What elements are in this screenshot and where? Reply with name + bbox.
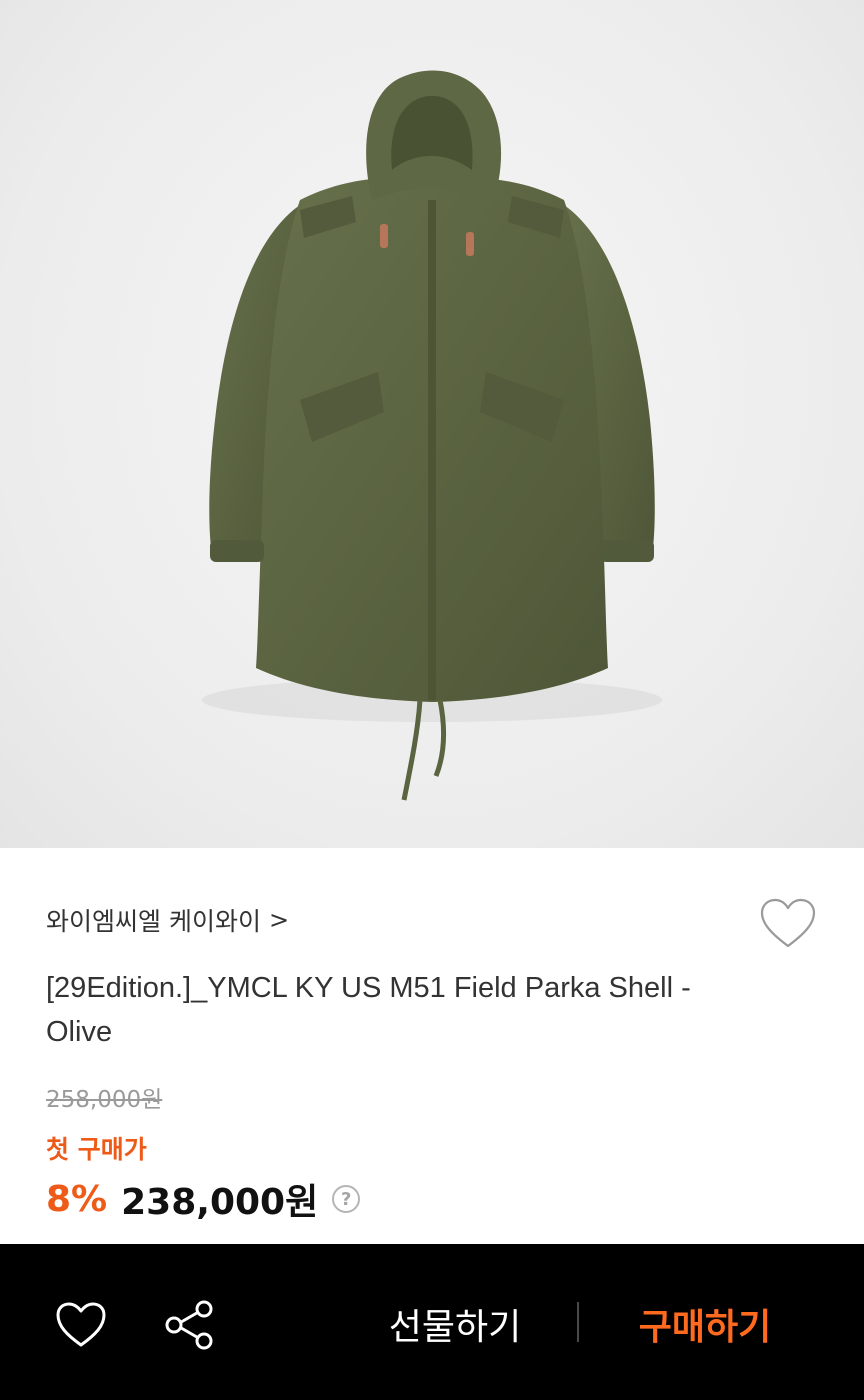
- like-heart-icon[interactable]: [54, 1300, 108, 1350]
- wishlist-heart-icon[interactable]: [758, 896, 818, 952]
- first-purchase-label: 첫 구매가: [46, 1135, 147, 1164]
- share-icon[interactable]: [162, 1299, 216, 1351]
- buy-button[interactable]: 구매하기: [620, 1296, 790, 1352]
- chevron-right-icon: >: [268, 906, 290, 934]
- help-icon[interactable]: ?: [332, 1185, 361, 1213]
- product-title: [29Edition.]_YMCL KY US M51 Field Parka …: [46, 972, 691, 1048]
- discount-rate: 8%: [46, 1178, 108, 1220]
- brand-link[interactable]: 와이엠씨엘 케이와이 >: [46, 900, 289, 940]
- brand-name: 와이엠씨엘 케이와이: [46, 907, 261, 936]
- product-image[interactable]: [0, 0, 864, 848]
- parka-illustration: [202, 70, 662, 801]
- gift-button[interactable]: 선물하기: [370, 1296, 540, 1352]
- bottom-action-bar: 선물하기 구매하기: [0, 1244, 864, 1400]
- original-price: 258,000원: [46, 1087, 163, 1113]
- price-row: 8% 238,000원 ?: [46, 1174, 361, 1224]
- divider: [577, 1302, 579, 1342]
- sale-price: 238,000원: [121, 1182, 319, 1223]
